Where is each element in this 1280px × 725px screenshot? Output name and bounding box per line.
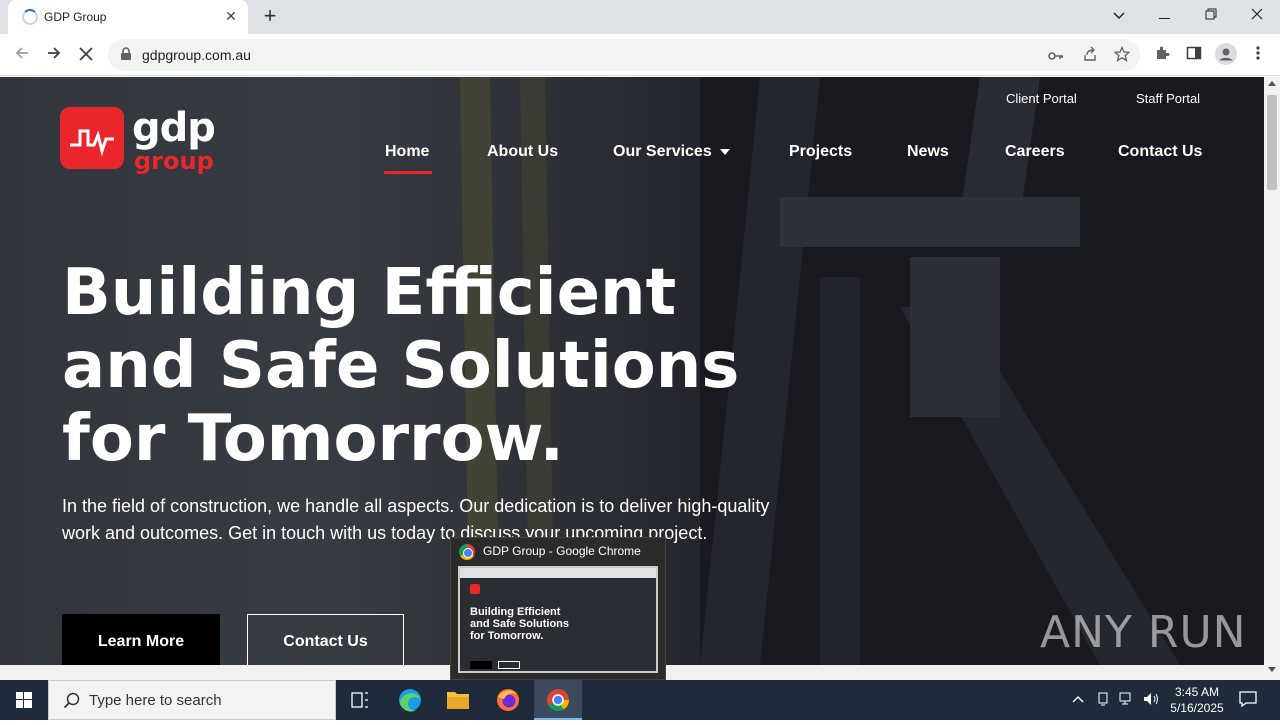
close-tab-icon[interactable]: ✕ [222,7,240,25]
staff-portal-link[interactable]: Staff Portal [1136,91,1200,106]
chrome-icon [547,689,569,711]
tab-search-icon[interactable] [1096,0,1142,30]
scroll-up-icon[interactable] [1268,81,1276,86]
scroll-thumb[interactable] [1267,95,1277,190]
preview-button [470,661,492,669]
start-button[interactable] [0,680,48,720]
headline-line: for Tomorrow. [62,402,564,476]
nav-news[interactable]: News [907,143,949,161]
windows-taskbar: Type here to search 3:45 AM 5/16/2025 [0,680,1280,720]
restore-button[interactable] [1188,0,1234,30]
folder-icon [447,692,469,709]
scroll-down-icon[interactable] [1268,667,1276,672]
taskbar-chrome[interactable] [534,680,582,720]
nav-projects[interactable]: Projects [789,143,852,161]
address-bar[interactable]: gdpgroup.com.au [108,39,1140,71]
headline-line: Building Efficient [62,256,677,330]
nav-our-services[interactable]: Our Services [613,143,712,161]
tab-title: GDP Group [44,10,107,24]
lock-icon[interactable] [120,47,132,66]
nav-contact-us[interactable]: Contact Us [1118,143,1202,161]
nav-careers[interactable]: Careers [1005,143,1065,161]
preview-title: GDP Group - Google Chrome [483,544,641,558]
clock-time: 3:45 AM [1174,685,1220,699]
hero-description: In the field of construction, we handle … [62,496,770,543]
preview-headline-line: Building Efficient [470,606,561,618]
logo-mark-icon [60,107,124,169]
taskbar-firefox[interactable] [484,680,532,720]
share-icon[interactable] [1080,46,1100,66]
task-view-icon [351,692,368,708]
taskbar-search-box[interactable]: Type here to search [48,680,336,720]
contact-us-button[interactable]: Contact Us [247,614,404,665]
forward-button[interactable] [42,43,66,67]
taskbar-edge[interactable] [386,680,434,720]
network-icon[interactable] [1118,691,1136,710]
extensions-icon[interactable] [1150,43,1174,67]
minimize-button[interactable] [1142,0,1188,30]
clock-date: 5/16/2025 [1170,701,1224,715]
browser-tab[interactable]: GDP Group ✕ [8,0,248,34]
taskbar-window-preview[interactable]: GDP Group - Google Chrome Building Effic… [450,537,666,680]
stop-loading-button[interactable] [74,43,98,67]
notification-icon[interactable] [1238,690,1258,711]
profile-avatar-icon[interactable] [1214,43,1238,67]
search-placeholder: Type here to search [89,692,222,709]
system-clock[interactable]: 3:45 AM 5/16/2025 [1162,684,1232,716]
network-device-icon[interactable] [1096,691,1110,710]
key-icon[interactable] [1046,46,1066,66]
preview-logo-icon [470,584,480,594]
menu-kebab-icon[interactable] [1246,43,1270,67]
side-panel-icon[interactable] [1182,43,1206,67]
bookmark-star-icon[interactable] [1112,45,1132,66]
task-view-button[interactable] [336,680,384,720]
logo-subtext: group [134,147,214,175]
chrome-icon [459,544,475,560]
firefox-icon [497,689,519,711]
nav-active-indicator [384,171,432,174]
preview-headline-line: and Safe Solutions [470,618,570,630]
edge-icon [399,689,421,712]
new-tab-button[interactable]: + [258,5,282,29]
windows-logo-icon [16,692,32,708]
loading-spinner-icon [22,9,38,25]
taskbar-file-explorer[interactable] [434,680,482,720]
vertical-scrollbar[interactable] [1264,77,1280,680]
client-portal-link[interactable]: Client Portal [1006,91,1077,106]
logo-text: gdp [132,105,216,151]
close-window-button[interactable] [1234,0,1280,30]
nav-home[interactable]: Home [385,143,429,161]
preview-headline: Building Efficient and Safe Solutions fo… [470,606,600,642]
search-icon [63,692,81,715]
back-button[interactable] [10,43,34,67]
volume-icon[interactable] [1142,691,1160,710]
learn-more-button[interactable]: Learn More [62,614,220,665]
preview-headline-line: for Tomorrow. [470,630,544,642]
browser-toolbar: gdpgroup.com.au [0,34,1280,76]
anyrun-watermark: ANY RUN [1040,607,1247,658]
chevron-down-icon[interactable] [720,149,730,155]
url-text[interactable]: gdpgroup.com.au [142,47,251,63]
preview-thumbnail[interactable]: Building Efficient and Safe Solutions fo… [458,566,658,673]
tray-chevron-up-icon[interactable] [1072,691,1084,710]
nav-about-us[interactable]: About Us [487,143,558,161]
preview-button [498,661,520,669]
headline-line: and Safe Solutions [62,329,740,403]
preview-chrome-bar [460,568,656,578]
hero-headline: Building Efficient and Safe Solutions fo… [62,257,762,476]
tab-strip: GDP Group ✕ + [0,0,1280,34]
